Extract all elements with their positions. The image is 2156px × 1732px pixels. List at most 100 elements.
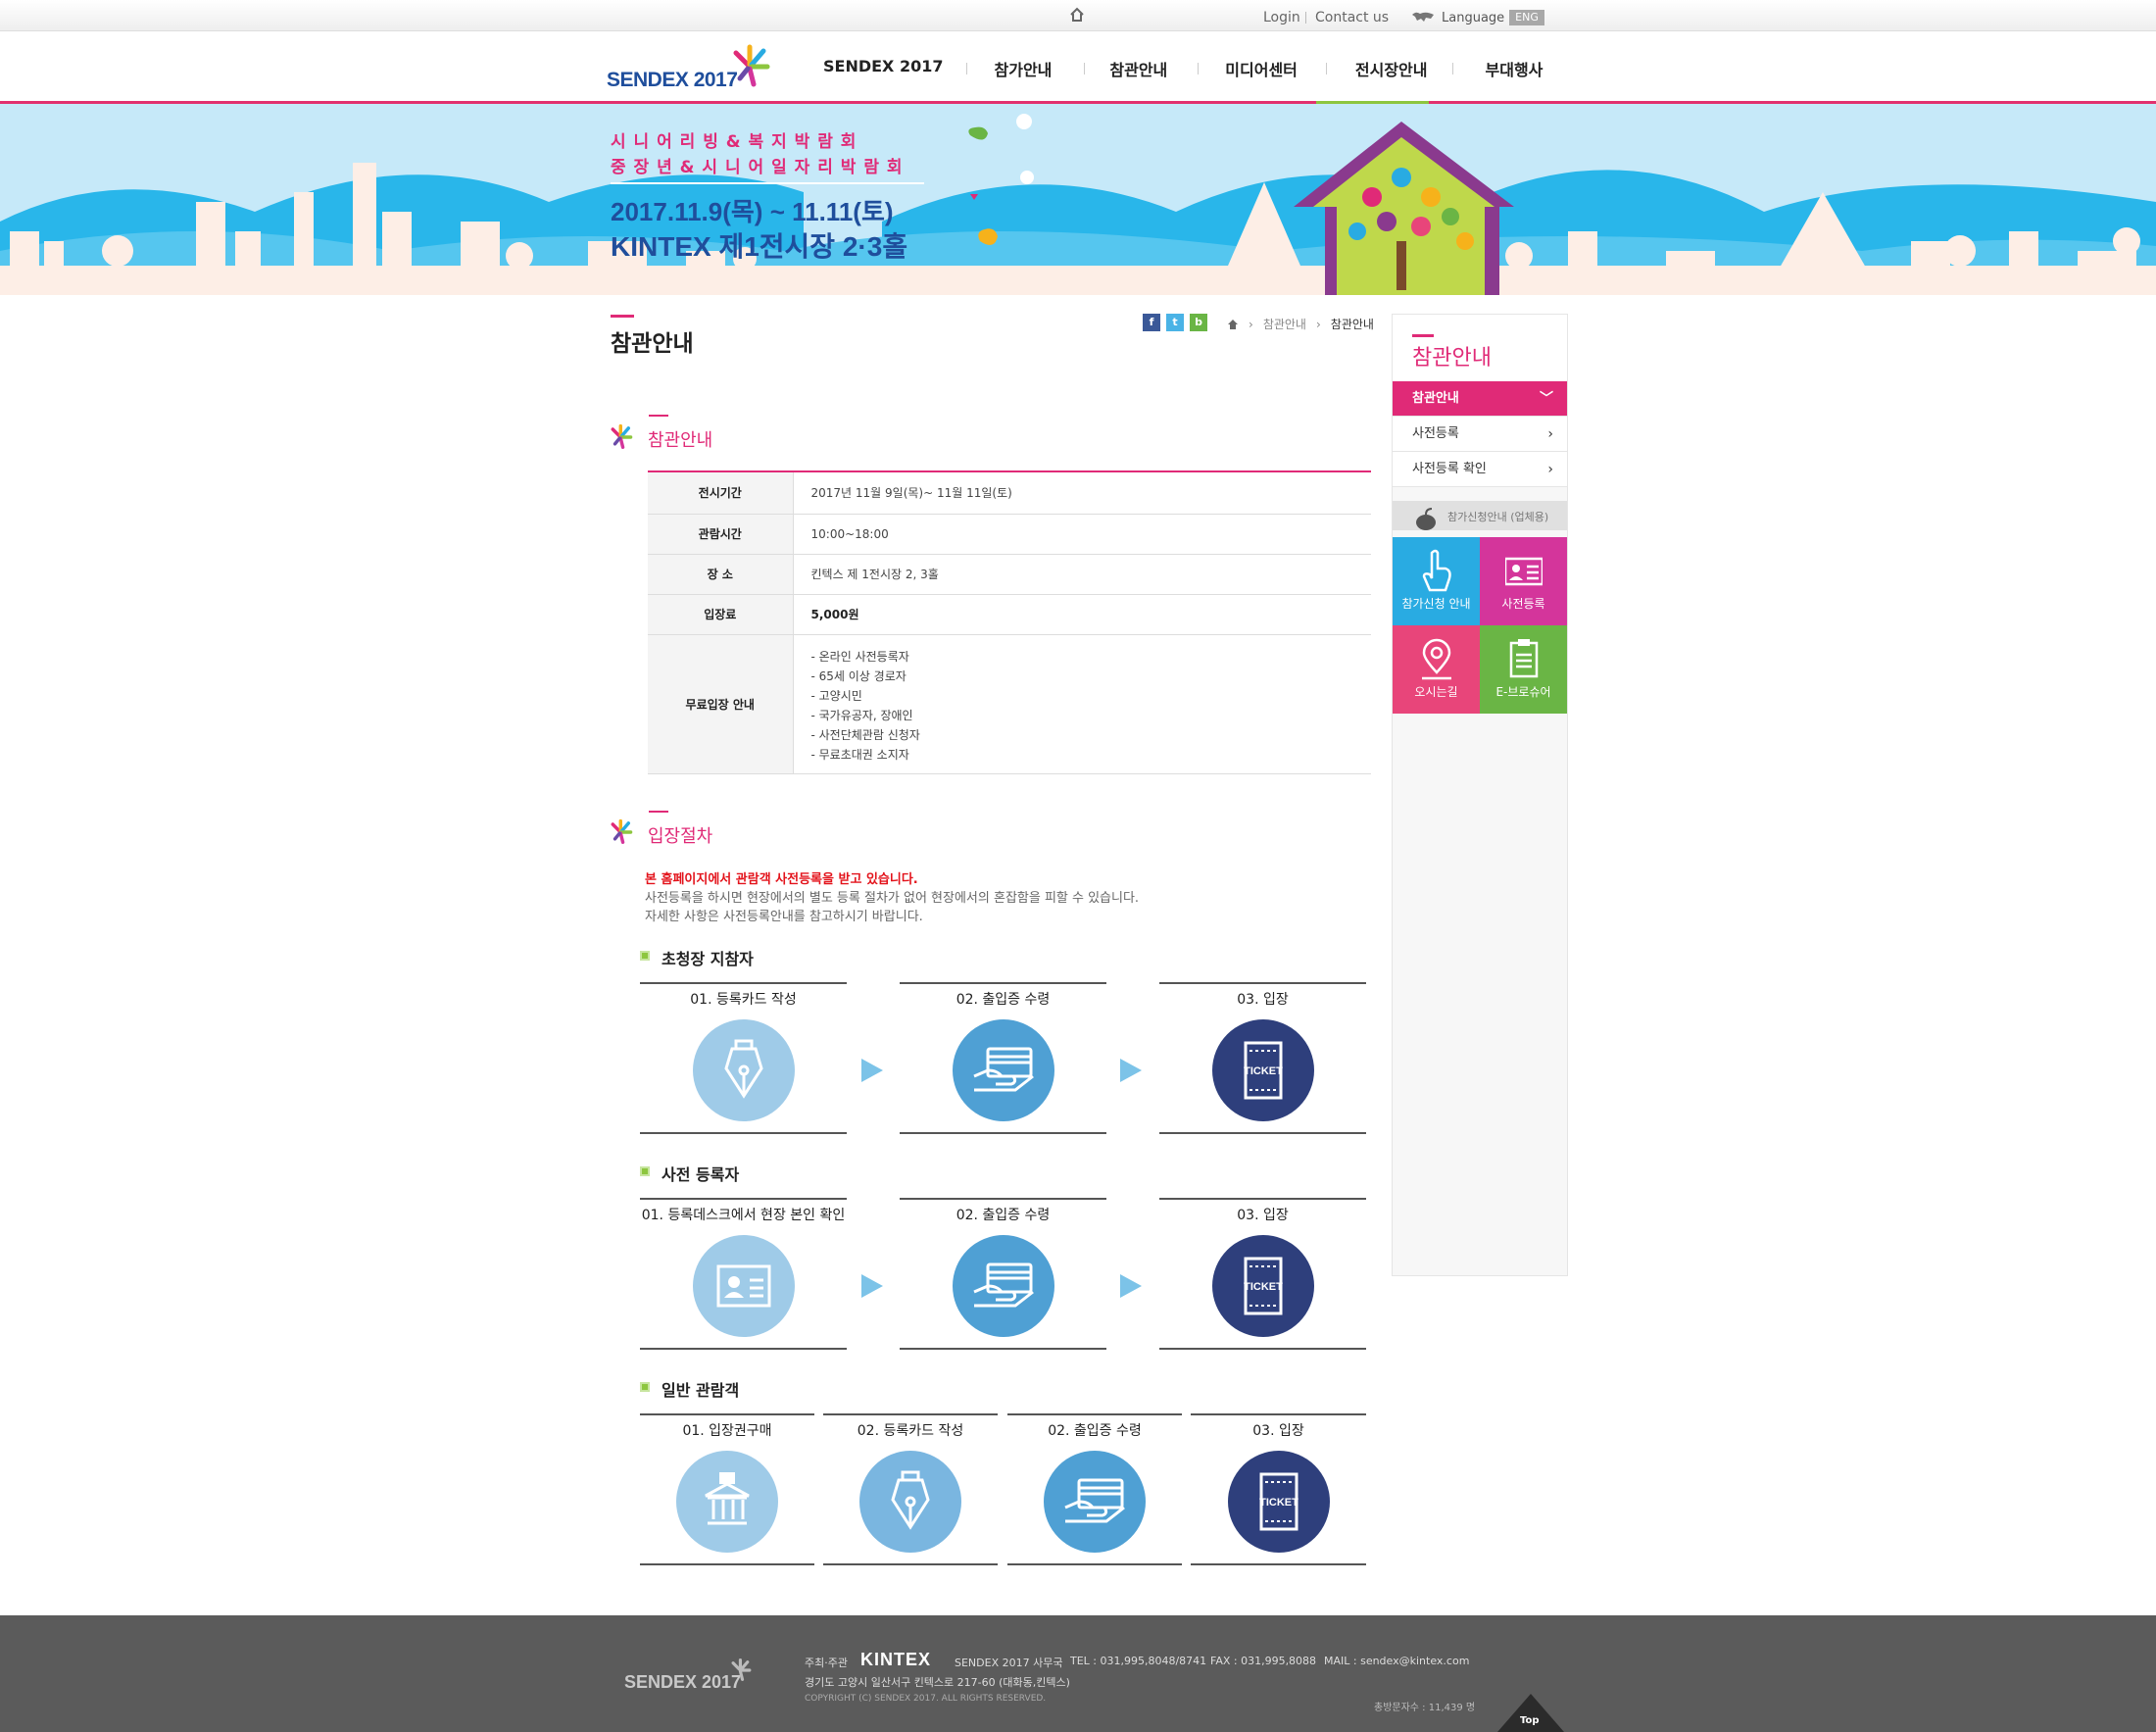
table-row: 입장료 5,000원 [648, 594, 1371, 635]
top-label: Top [1520, 1715, 1540, 1726]
tile-label: 사전등록 [1501, 597, 1545, 611]
sidebar-item-label: 사전등록 확인 [1412, 462, 1487, 476]
tile-label: 참가신청 안내 [1401, 597, 1471, 611]
list-item: - 사전단체관람 신청자 [810, 728, 920, 742]
sidebar-item-check[interactable]: 사전등록 확인 › [1393, 452, 1567, 487]
footer-fax: FAX : 031,995,8088 [1210, 1655, 1317, 1667]
menu-divider [966, 63, 967, 74]
tile-directions[interactable]: 오시는길 [1393, 625, 1480, 714]
sidebar-title: 참관안내 [1412, 346, 1492, 371]
sidebar-notice[interactable]: 참가신청안내 (업체용) [1393, 501, 1567, 530]
map-pin-icon [1422, 638, 1451, 680]
section-heading-visit: 참관안내 [648, 430, 713, 451]
footer-tel: TEL : 031,995,8048/8741 [1070, 1655, 1207, 1667]
tile-preregister[interactable]: 사전등록 [1480, 537, 1567, 625]
triangle-up-icon [1497, 1694, 1564, 1732]
site-logo[interactable]: SENDEX 2017 [607, 43, 773, 97]
menu-venue[interactable]: 전시장안내 [1355, 57, 1428, 80]
hand-card-icon [1044, 1451, 1146, 1553]
row-value: 2017년 11월 9일(목)~ 11월 11일(토) [793, 472, 1371, 515]
id-card-icon [692, 1235, 795, 1337]
menu-sendex2017[interactable]: SENDEX 2017 [823, 57, 944, 80]
mouse-icon [1416, 508, 1436, 530]
eng-button[interactable]: ENG [1509, 10, 1544, 25]
menu-divider [1326, 63, 1327, 74]
blog-icon[interactable]: b [1190, 314, 1207, 331]
menu-divider [1084, 63, 1085, 74]
group-bullet [640, 1166, 650, 1176]
footer-mail: MAIL : sendex@kintex.com [1324, 1655, 1470, 1667]
sidebar-item-preregister[interactable]: 사전등록 › [1393, 417, 1567, 452]
home-icon[interactable] [1068, 6, 1086, 24]
footer-office: SENDEX 2017 사무국 [955, 1657, 1063, 1669]
list-item: - 국가유공자, 장애인 [810, 709, 913, 722]
list-item: - 무료초대권 소지자 [810, 748, 909, 762]
logo-text: SENDEX 2017 [607, 69, 738, 91]
facebook-icon[interactable]: f [1143, 314, 1160, 331]
step-label: 01. 입장권구매 [682, 1423, 772, 1439]
sidebar: 참관안내 참관안내 ﹀ 사전등록 › 사전등록 확인 › 참가신청안내 (업체용… [1392, 314, 1568, 1276]
login-link[interactable]: Login [1263, 10, 1300, 25]
step-card: 02. 출입증 수령 [900, 1198, 1106, 1350]
step-card: 01. 입장권구매 [640, 1413, 814, 1565]
banner-landscape [0, 104, 2156, 295]
free-entry-list: - 온라인 사전등록자 - 65세 이상 경로자 - 고양시민 - 국가유공자,… [793, 634, 1371, 774]
menu-events[interactable]: 부대행사 [1486, 57, 1544, 80]
tile-participation[interactable]: 참가신청 안내 [1393, 537, 1480, 625]
banner-divider [611, 182, 924, 184]
visitor-count: 총방문자수 : 11,439 명 [1374, 1703, 1476, 1713]
tile-brochure[interactable]: E-브로슈어 [1480, 625, 1567, 714]
entry-desc-2: 자세한 사항은 사전등록안내를 참고하시기 바랍니다. [645, 910, 923, 924]
arrow-right-icon [1120, 1059, 1142, 1082]
footer-logo: SENDEX 2017 [624, 1672, 742, 1692]
tile-label: 오시는길 [1414, 685, 1458, 699]
step-label: 01. 등록데스크에서 현장 본인 확인 [641, 1208, 846, 1223]
page-title-bar [611, 315, 634, 318]
ticket-text: TICKET [1244, 1065, 1283, 1077]
step-card: 02. 출입증 수령 [900, 982, 1106, 1134]
group-bullet [640, 1382, 650, 1392]
sidebar-item-label: 사전등록 [1412, 426, 1459, 441]
step-card: 03. 입장 TICKET [1159, 1198, 1366, 1350]
logo-mark-icon [733, 44, 770, 87]
step-label: 03. 입장 [1237, 992, 1289, 1008]
sidebar-item-label: 참관안내 [1412, 391, 1459, 406]
list-item: - 고양시민 [810, 689, 862, 703]
breadcrumb-item[interactable]: 참관안내 [1263, 316, 1306, 332]
menu-divider [1452, 63, 1453, 74]
chevron-down-icon: ﹀ [1540, 391, 1553, 407]
entry-desc-1: 사전등록을 하시면 현장에서의 별도 등록 절차가 없어 현장에서의 혼잡함을 … [645, 891, 1140, 906]
menu-media[interactable]: 미디어센터 [1225, 57, 1298, 80]
pen-icon [692, 1019, 795, 1121]
section-bar [649, 811, 668, 813]
footer: SENDEX 2017 주최·주관 KINTEX SENDEX 2017 사무국… [0, 1615, 2156, 1732]
id-card-icon [1505, 557, 1543, 586]
table-row: 전시기간 2017년 11월 9일(목)~ 11월 11일(토) [648, 472, 1371, 515]
ticket-icon: TICKET [1211, 1019, 1314, 1121]
breadcrumb: › 참관안내 › 참관안내 [1227, 316, 1374, 332]
info-table: 전시기간 2017년 11월 9일(목)~ 11월 11일(토) 관람시간 10:0… [648, 470, 1371, 774]
step-label: 02. 출입증 수령 [956, 1208, 1051, 1223]
step-label: 03. 입장 [1237, 1208, 1289, 1223]
group-title-general: 일반 관람객 [662, 1381, 740, 1400]
group-bullet [640, 951, 650, 961]
sidebar-item-visit[interactable]: 참관안내 ﹀ [1393, 381, 1567, 417]
footer-copyright: COPYRIGHT (C) SENDEX 2017. ALL RIGHTS RE… [805, 1694, 1047, 1704]
step-label: 02. 출입증 수령 [1048, 1423, 1142, 1439]
group-title-preregistered: 사전 등록자 [662, 1165, 740, 1184]
footer-address: 경기도 고양시 일산서구 킨텍스로 217-60 (대화동,킨텍스) [805, 1676, 1070, 1689]
table-row: 관람시간 10:00~18:00 [648, 514, 1371, 555]
contact-link[interactable]: Contact us [1315, 10, 1389, 25]
world-map-icon [1412, 12, 1434, 22]
ticket-text: TICKET [1259, 1497, 1298, 1509]
step-card: 03. 입장 TICKET [1191, 1413, 1366, 1565]
row-value: 킨텍스 제 1전시장 2, 3홀 [793, 554, 1371, 595]
menu-participation[interactable]: 참가안내 [995, 57, 1053, 80]
home-icon[interactable] [1227, 319, 1239, 330]
ticket-icon: TICKET [1227, 1451, 1330, 1553]
list-item: - 온라인 사전등록자 [810, 650, 909, 664]
twitter-icon[interactable]: t [1166, 314, 1184, 331]
menu-visit[interactable]: 참관안내 [1109, 57, 1167, 80]
top-button[interactable]: Top [1497, 1694, 1564, 1732]
step-label: 03. 입장 [1252, 1423, 1304, 1439]
